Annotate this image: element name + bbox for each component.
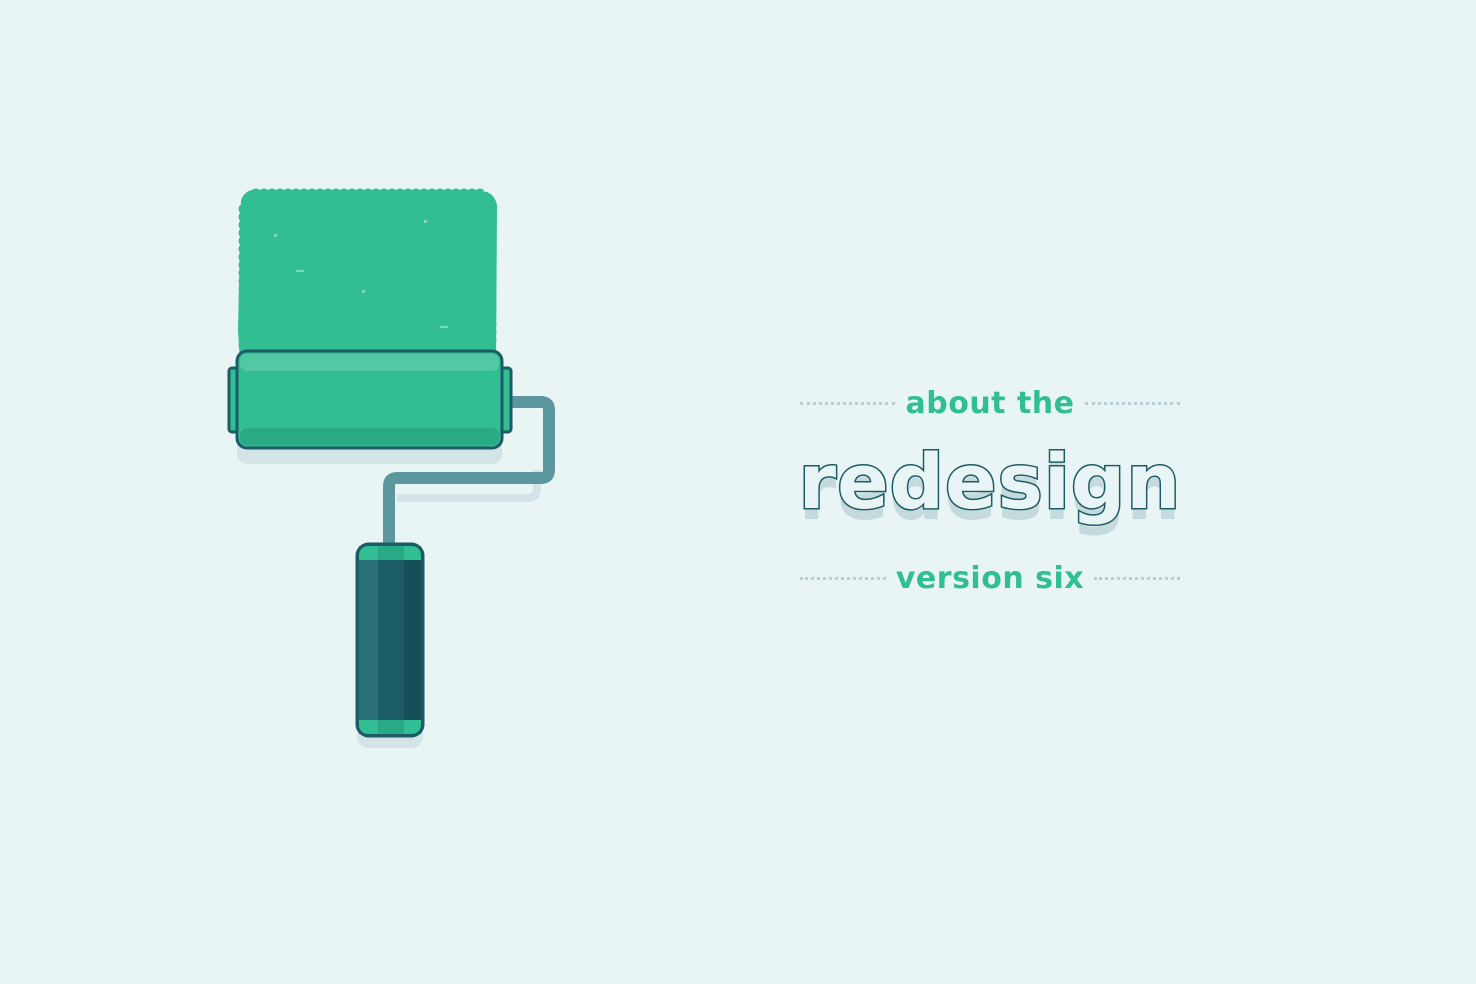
headline-bottom-line: version six — [790, 558, 1190, 598]
headline-main-word-text: redesign — [797, 436, 1182, 528]
paint-swatch — [238, 188, 497, 362]
roller-cover — [235, 349, 504, 450]
headline-top-line: about the — [790, 383, 1190, 423]
dotted-divider-left — [800, 401, 896, 405]
paint-roller-illustration — [227, 188, 555, 748]
dotted-divider-right — [1094, 576, 1180, 580]
roller-grip — [355, 542, 425, 738]
headline-top-label: about the — [905, 385, 1075, 421]
headline-bottom-label: version six — [895, 560, 1085, 596]
headline-main-word: redesign redesign — [790, 432, 1190, 538]
dotted-divider-right — [1084, 401, 1180, 405]
dotted-divider-left — [800, 576, 886, 580]
